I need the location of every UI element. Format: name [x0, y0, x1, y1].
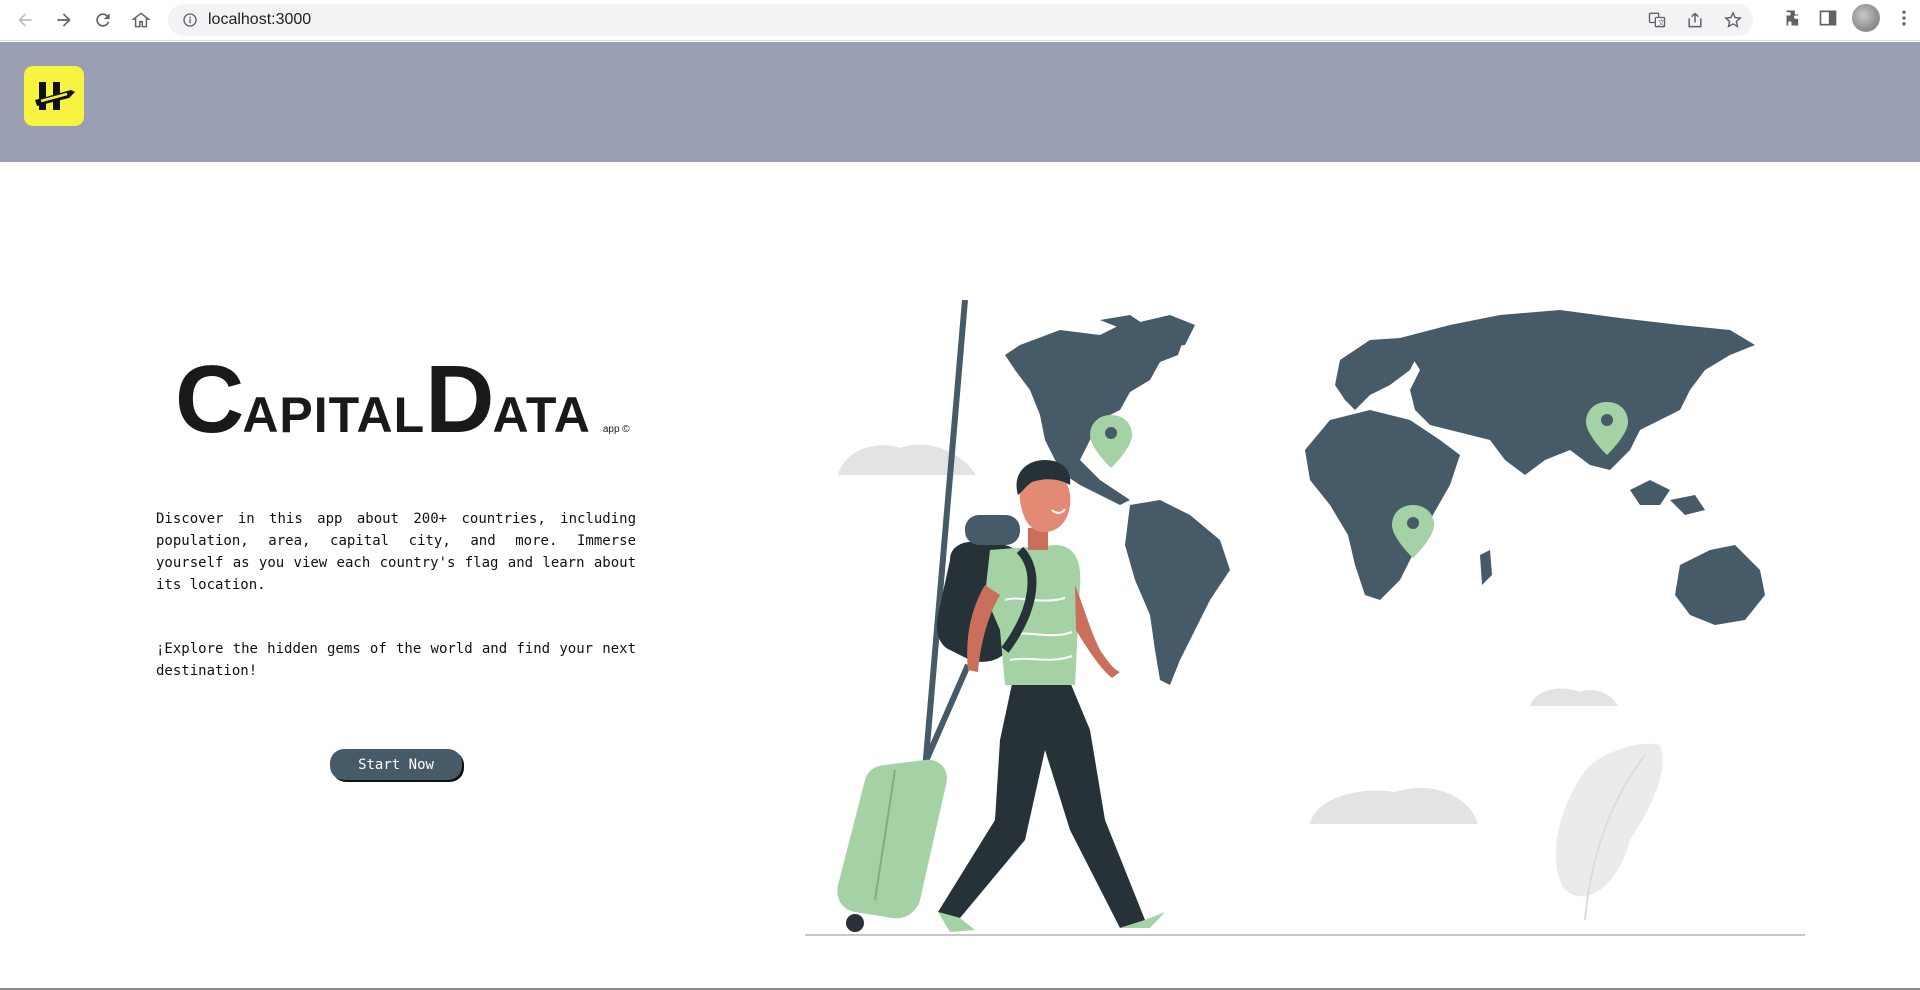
- menu-icon[interactable]: [1894, 8, 1914, 28]
- plant-decoration: [1555, 743, 1663, 921]
- brand-initial-d: D: [425, 346, 494, 453]
- world-map: [1005, 310, 1765, 685]
- side-panel-icon[interactable]: [1818, 8, 1838, 28]
- home-button[interactable]: [122, 1, 160, 39]
- back-icon: [18, 13, 32, 27]
- start-now-button[interactable]: Start Now: [330, 749, 462, 780]
- brand-word-data: ATA: [492, 387, 591, 443]
- extensions-icon[interactable]: [1784, 8, 1804, 28]
- tagline-paragraph: ¡Explore the hidden gems of the world an…: [156, 641, 636, 679]
- traveler-world-map-illustration: [805, 300, 1805, 936]
- share-icon[interactable]: [1685, 10, 1705, 30]
- reload-button[interactable]: [84, 1, 122, 39]
- home-icon: [131, 12, 151, 28]
- info-icon[interactable]: [182, 12, 198, 28]
- browser-toolbar: localhost:3000 文: [0, 0, 1920, 41]
- translate-icon[interactable]: 文: [1647, 10, 1667, 30]
- logo-mark-icon: [35, 82, 75, 110]
- app-header: [0, 42, 1920, 162]
- brand-title: CAPITALDATA app ©: [175, 350, 630, 450]
- description-paragraph: Discover in this app about 200+ countrie…: [156, 511, 636, 593]
- url-text: localhost:3000: [208, 11, 312, 28]
- forward-button[interactable]: [45, 1, 83, 39]
- address-bar[interactable]: localhost:3000 文: [168, 4, 1753, 36]
- back-button[interactable]: [6, 1, 44, 39]
- profile-avatar[interactable]: [1852, 4, 1880, 32]
- svg-text:文: 文: [1658, 18, 1665, 27]
- brand-initial-c: C: [175, 346, 244, 453]
- star-icon[interactable]: [1723, 10, 1743, 30]
- brand-suffix: app ©: [602, 424, 630, 435]
- app-logo[interactable]: [24, 66, 84, 126]
- cloud-right-small: [1530, 688, 1618, 706]
- cloud-right-bottom: [1310, 787, 1478, 824]
- intro-text: Discover in this app about 200+ countrie…: [156, 508, 636, 682]
- reload-icon: [96, 13, 110, 27]
- forward-icon: [57, 13, 71, 27]
- brand-word-capital: APITAL: [242, 387, 426, 443]
- map-pin-north-america: [1090, 415, 1132, 468]
